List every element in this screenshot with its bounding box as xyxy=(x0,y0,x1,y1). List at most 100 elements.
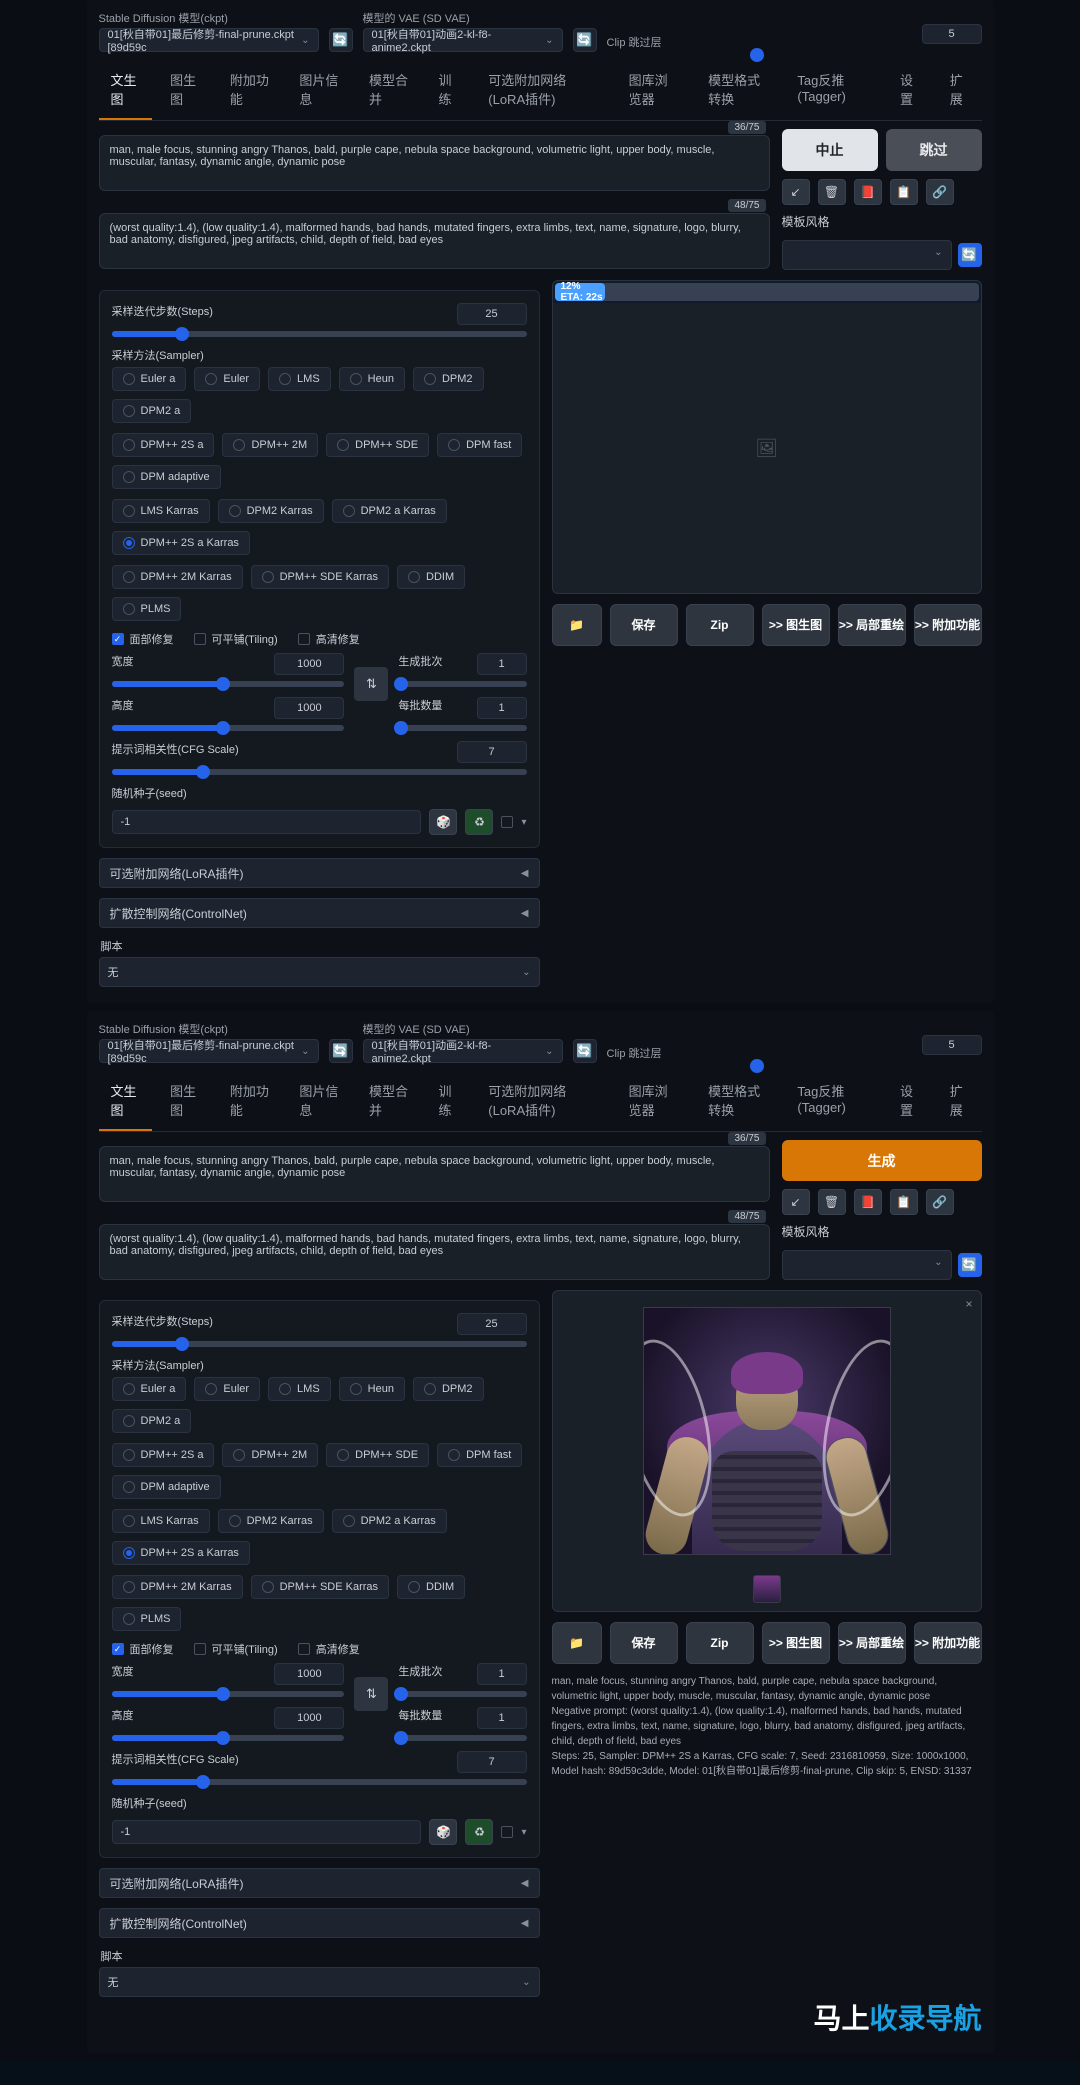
batch-size-value[interactable]: 1 xyxy=(477,1707,527,1729)
sampler-option[interactable]: DPM++ 2S a Karras xyxy=(112,1541,250,1565)
seed-input[interactable]: -1 xyxy=(112,1820,422,1844)
batch-size-slider[interactable] xyxy=(398,725,526,731)
sampler-option[interactable]: DPM++ 2M xyxy=(222,1443,318,1467)
zip-button[interactable]: Zip xyxy=(686,604,754,646)
send-img2img-button[interactable]: >> 图生图 xyxy=(762,604,830,646)
sampler-option[interactable]: DDIM xyxy=(397,565,465,589)
swap-dimensions-button[interactable]: ⇅ xyxy=(354,1677,388,1711)
sampler-option[interactable]: DPM++ SDE Karras xyxy=(251,565,389,589)
sampler-option[interactable]: DPM++ 2M xyxy=(222,433,318,457)
style-apply-button[interactable]: 🔄 xyxy=(958,243,982,267)
batch-count-value[interactable]: 1 xyxy=(477,1663,527,1685)
vae-refresh-button[interactable]: 🔄 xyxy=(573,1039,597,1063)
lora-section[interactable]: 可选附加网络(LoRA插件)◀ xyxy=(99,858,540,888)
positive-prompt-input[interactable]: man, male focus, stunning angry Thanos, … xyxy=(99,1146,770,1202)
sampler-option[interactable]: DPM2 a Karras xyxy=(332,1509,447,1533)
sampler-option[interactable]: DPM++ 2S a Karras xyxy=(112,531,250,555)
sampler-option[interactable]: PLMS xyxy=(112,597,182,621)
height-slider[interactable] xyxy=(112,1735,345,1741)
ckpt-select[interactable]: 01[秋自带01]最后修剪-final-prune.ckpt [89d59c⌄ xyxy=(99,1039,319,1063)
tab-merge[interactable]: 模型合并 xyxy=(357,62,421,120)
tiling-checkbox[interactable]: 可平铺(Tiling) xyxy=(194,631,278,647)
tab-settings[interactable]: 设置 xyxy=(888,1073,932,1131)
width-slider[interactable] xyxy=(112,681,345,687)
sampler-option[interactable]: DPM adaptive xyxy=(112,1475,221,1499)
tab-txt2img[interactable]: 文生图 xyxy=(99,1073,153,1131)
style-select[interactable]: ⌄ xyxy=(782,1250,952,1280)
sampler-option[interactable]: DPM++ 2M Karras xyxy=(112,565,243,589)
paste-icon[interactable]: 📋 xyxy=(890,179,918,205)
tab-pnginfo[interactable]: 图片信息 xyxy=(287,1073,351,1131)
sampler-option[interactable]: Euler xyxy=(194,1377,260,1401)
tab-convert[interactable]: 模型格式转换 xyxy=(696,62,779,120)
style-select[interactable]: ⌄ xyxy=(782,240,952,270)
sampler-option[interactable]: DPM2 a xyxy=(112,399,192,423)
clip-icon[interactable]: 🔗 xyxy=(926,1189,954,1215)
batch-count-value[interactable]: 1 xyxy=(477,653,527,675)
sampler-option[interactable]: LMS Karras xyxy=(112,1509,210,1533)
height-value[interactable]: 1000 xyxy=(274,1707,344,1729)
sampler-option[interactable]: LMS xyxy=(268,1377,331,1401)
ckpt-refresh-button[interactable]: 🔄 xyxy=(329,1039,353,1063)
vae-refresh-button[interactable]: 🔄 xyxy=(573,28,597,52)
ckpt-refresh-button[interactable]: 🔄 xyxy=(329,28,353,52)
vae-select[interactable]: 01[秋自带01]动画2-kl-f8-anime2.ckpt⌄ xyxy=(363,28,563,52)
interrupt-button[interactable]: 中止 xyxy=(782,129,878,171)
steps-value[interactable]: 25 xyxy=(457,1313,527,1335)
paste-prompt-icon[interactable]: ↙ xyxy=(782,179,810,205)
negative-prompt-input[interactable]: (worst quality:1.4), (low quality:1.4), … xyxy=(99,213,770,269)
face-restore-checkbox[interactable]: ✓面部修复 xyxy=(112,1641,174,1657)
steps-slider[interactable] xyxy=(112,331,527,337)
thumbnail[interactable] xyxy=(753,1575,781,1603)
open-folder-button[interactable]: 📁 xyxy=(552,1622,602,1664)
script-select[interactable]: 无⌄ xyxy=(99,1967,540,1997)
send-extras-button[interactable]: >> 附加功能 xyxy=(914,1622,982,1664)
seed-input[interactable]: -1 xyxy=(112,810,422,834)
sampler-option[interactable]: DPM2 Karras xyxy=(218,499,324,523)
save-button[interactable]: 保存 xyxy=(610,1622,678,1664)
tab-convert[interactable]: 模型格式转换 xyxy=(696,1073,779,1131)
tiling-checkbox[interactable]: 可平铺(Tiling) xyxy=(194,1641,278,1657)
paste-icon[interactable]: 📋 xyxy=(890,1189,918,1215)
seed-extra-checkbox[interactable] xyxy=(501,816,513,828)
tab-train[interactable]: 训练 xyxy=(426,62,470,120)
generate-button[interactable]: 生成 xyxy=(782,1140,982,1181)
hires-checkbox[interactable]: 高清修复 xyxy=(298,631,360,647)
swap-dimensions-button[interactable]: ⇅ xyxy=(354,667,388,701)
tab-train[interactable]: 训练 xyxy=(426,1073,470,1131)
recycle-icon[interactable]: ♻ xyxy=(465,1819,493,1845)
sampler-option[interactable]: DPM2 Karras xyxy=(218,1509,324,1533)
send-inpaint-button[interactable]: >> 局部重绘 xyxy=(838,1622,906,1664)
cfg-slider[interactable] xyxy=(112,769,527,775)
sampler-option[interactable]: PLMS xyxy=(112,1607,182,1631)
width-value[interactable]: 1000 xyxy=(274,1663,344,1685)
sampler-option[interactable]: Euler xyxy=(194,367,260,391)
cfg-value[interactable]: 7 xyxy=(457,1751,527,1773)
sampler-option[interactable]: DPM2 a xyxy=(112,1409,192,1433)
height-slider[interactable] xyxy=(112,725,345,731)
tab-img2img[interactable]: 图生图 xyxy=(158,1073,212,1131)
tab-extensions[interactable]: 扩展 xyxy=(938,62,982,120)
tab-browser[interactable]: 图库浏览器 xyxy=(617,62,690,120)
tab-img2img[interactable]: 图生图 xyxy=(158,62,212,120)
seed-extra-checkbox[interactable] xyxy=(501,1826,513,1838)
sampler-option[interactable]: DPM++ SDE xyxy=(326,433,429,457)
sampler-option[interactable]: DPM adaptive xyxy=(112,465,221,489)
tab-merge[interactable]: 模型合并 xyxy=(357,1073,421,1131)
sampler-option[interactable]: Heun xyxy=(339,1377,405,1401)
tab-extras[interactable]: 附加功能 xyxy=(218,62,282,120)
ckpt-select[interactable]: 01[秋自带01]最后修剪-final-prune.ckpt [89d59c⌄ xyxy=(99,28,319,52)
clip-icon[interactable]: 🔗 xyxy=(926,179,954,205)
dice-icon[interactable]: 🎲 xyxy=(429,1819,457,1845)
steps-slider[interactable] xyxy=(112,1341,527,1347)
face-restore-checkbox[interactable]: ✓面部修复 xyxy=(112,631,174,647)
paste-prompt-icon[interactable]: ↙ xyxy=(782,1189,810,1215)
dice-icon[interactable]: 🎲 xyxy=(429,809,457,835)
sampler-option[interactable]: DPM++ 2M Karras xyxy=(112,1575,243,1599)
send-inpaint-button[interactable]: >> 局部重绘 xyxy=(838,604,906,646)
controlnet-section[interactable]: 扩散控制网络(ControlNet)◀ xyxy=(99,1908,540,1938)
tab-extras[interactable]: 附加功能 xyxy=(218,1073,282,1131)
positive-prompt-input[interactable]: man, male focus, stunning angry Thanos, … xyxy=(99,135,770,191)
sampler-option[interactable]: DPM++ 2S a xyxy=(112,1443,215,1467)
skip-button[interactable]: 跳过 xyxy=(886,129,982,171)
